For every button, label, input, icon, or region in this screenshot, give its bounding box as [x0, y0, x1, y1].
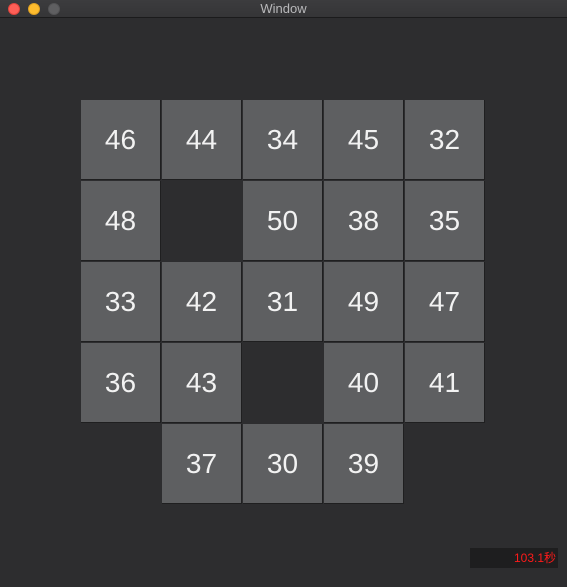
timer-display: 103.1秒 — [470, 548, 558, 568]
tile-50[interactable]: 50 — [243, 181, 323, 261]
tile-40[interactable]: 40 — [324, 343, 404, 423]
tile-32[interactable]: 32 — [405, 100, 485, 180]
app-window: Window 46 44 34 45 32 48 50 38 35 33 42 31 49 47 36 43 4… — [0, 0, 567, 587]
tile-48[interactable]: 48 — [81, 181, 161, 261]
window-title: Window — [260, 1, 307, 16]
tile-35[interactable]: 35 — [405, 181, 485, 261]
tile-46[interactable]: 46 — [81, 100, 161, 180]
tile-39[interactable]: 39 — [324, 424, 404, 504]
tile-45[interactable]: 45 — [324, 100, 404, 180]
tile-33[interactable]: 33 — [81, 262, 161, 342]
tile-34[interactable]: 34 — [243, 100, 323, 180]
tile-42[interactable]: 42 — [162, 262, 242, 342]
game-board: 46 44 34 45 32 48 50 38 35 33 42 31 49 47 36 43 40 41 37 30… — [81, 100, 488, 507]
tile-43[interactable]: 43 — [162, 343, 242, 423]
title-bar: Window — [0, 0, 567, 18]
tile-38[interactable]: 38 — [324, 181, 404, 261]
tile-44[interactable]: 44 — [162, 100, 242, 180]
tile-49[interactable]: 49 — [324, 262, 404, 342]
tile-30[interactable]: 30 — [243, 424, 323, 504]
tile-37[interactable]: 37 — [162, 424, 242, 504]
tile-31[interactable]: 31 — [243, 262, 323, 342]
tile-41[interactable]: 41 — [405, 343, 485, 423]
tile-47[interactable]: 47 — [405, 262, 485, 342]
tile-36[interactable]: 36 — [81, 343, 161, 423]
